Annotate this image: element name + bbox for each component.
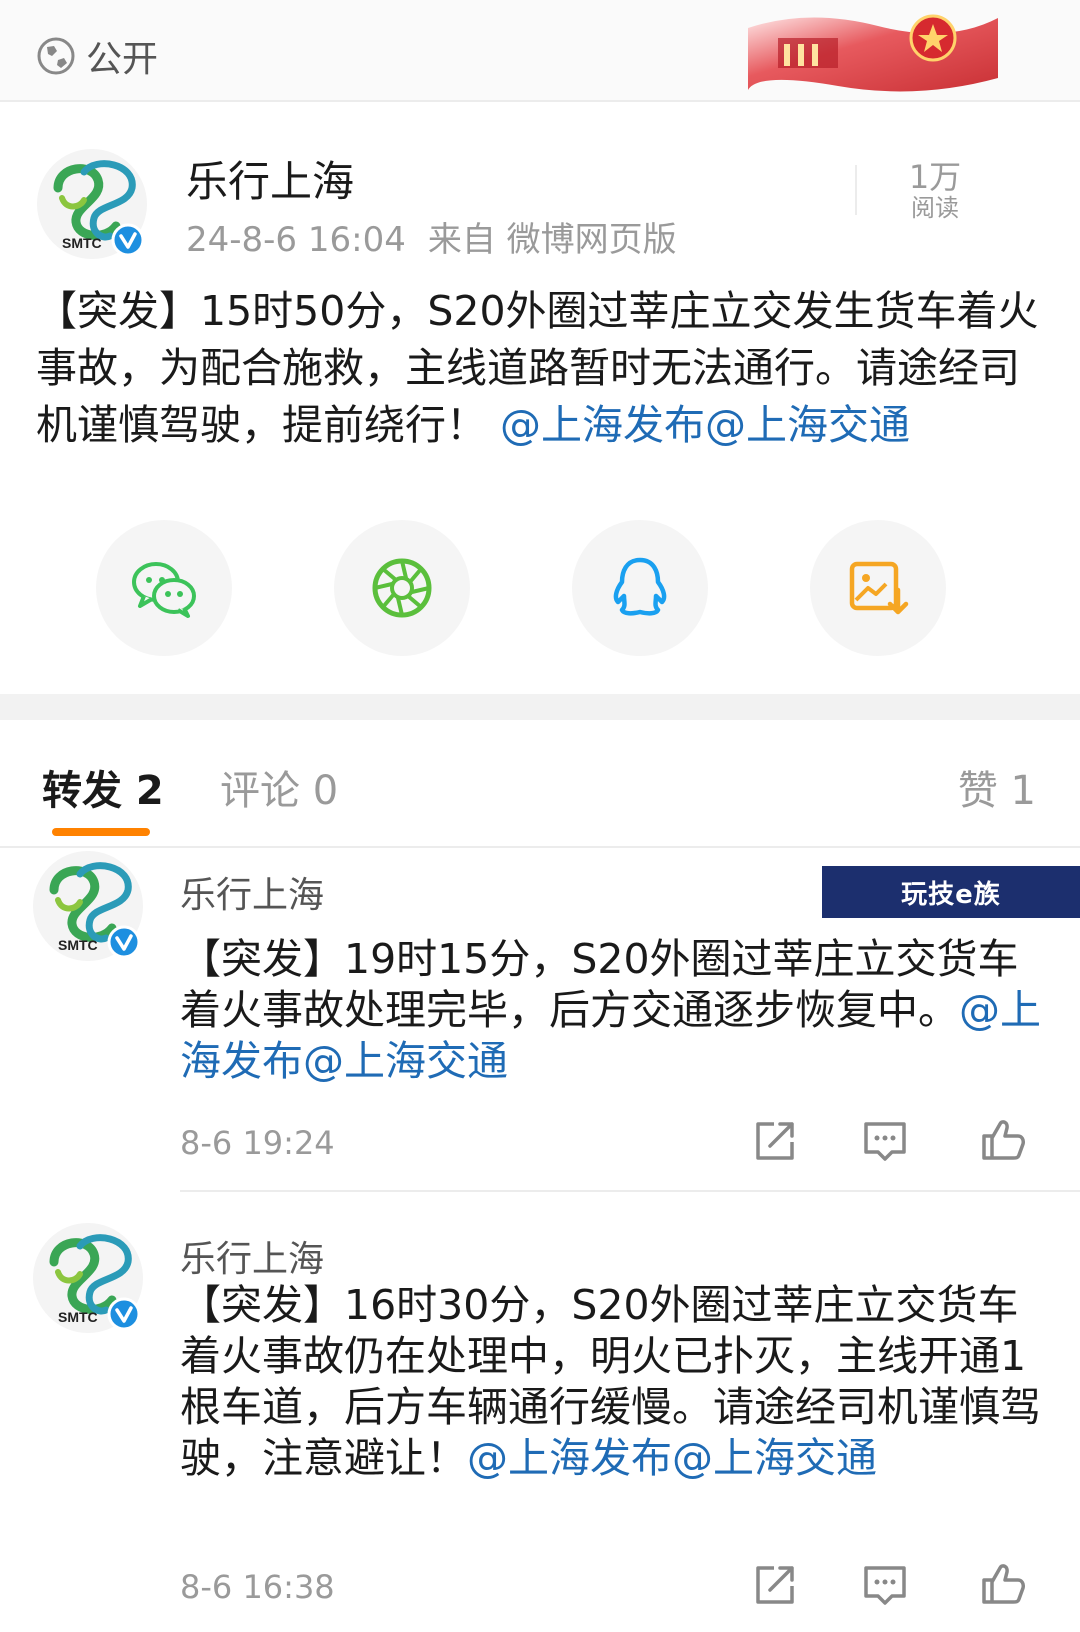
- tab-reposts[interactable]: 转发 2: [42, 758, 164, 816]
- reply-divider: [180, 1190, 1080, 1192]
- reply-time: 8-6 16:38: [180, 1568, 335, 1606]
- section-separator: [0, 694, 1080, 720]
- repost-icon[interactable]: [752, 1118, 798, 1164]
- reply-time: 8-6 19:24: [180, 1124, 335, 1162]
- reply-mentions[interactable]: @上海发布@上海交通: [467, 1434, 877, 1482]
- visibility-label: 公开: [86, 39, 159, 80]
- avatar-label: SMTC: [58, 937, 98, 953]
- like-icon[interactable]: [980, 1116, 1026, 1162]
- reply-author[interactable]: 乐行上海: [180, 1230, 324, 1282]
- visibility-indicator[interactable]: 公开: [36, 30, 158, 82]
- author-name[interactable]: 乐行上海: [186, 148, 354, 209]
- post-source: 来自 微博网页版: [427, 220, 677, 260]
- active-tab-indicator: [52, 828, 150, 836]
- tab-comments[interactable]: 评论 0: [220, 758, 338, 816]
- read-count: 1万 阅读: [880, 160, 990, 222]
- watermark-text: 玩技e族: [901, 879, 1001, 910]
- post-timestamp: 24-8-6 16:04: [186, 220, 406, 260]
- reply-text: 【突发】19时15分，S20外圈过莘庄立交货车着火事故处理完毕，后方交通逐步恢复…: [180, 935, 1019, 1034]
- avatar-label: SMTC: [62, 235, 102, 251]
- save-image-icon: [849, 561, 909, 615]
- repost-icon[interactable]: [752, 1562, 798, 1608]
- post-mentions[interactable]: @上海发布@上海交通: [500, 401, 910, 449]
- share-moments-button[interactable]: [334, 520, 470, 656]
- post-body: 【突发】15时50分，S20外圈过莘庄立交发生货车着火事故，为配合施救，主线道路…: [36, 283, 1046, 454]
- avatar-label: SMTC: [58, 1309, 98, 1325]
- share-wechat-button[interactable]: [96, 520, 232, 656]
- watermark: 玩技e族: [822, 866, 1080, 918]
- reply-body: 【突发】16时30分，S20外圈过莘庄立交货车着火事故仍在处理中，明火已扑灭，主…: [180, 1280, 1050, 1484]
- divider: [855, 165, 857, 215]
- post-meta: 24-8-6 16:04 来自 微博网页版: [186, 212, 677, 261]
- like-icon[interactable]: [980, 1560, 1026, 1606]
- qq-icon: [613, 557, 667, 616]
- tab-divider: [0, 846, 1080, 848]
- tab-likes[interactable]: 赞 1: [958, 758, 1036, 816]
- reply-author[interactable]: 乐行上海: [180, 866, 324, 918]
- reply-avatar[interactable]: SMTC: [32, 1222, 144, 1334]
- share-qq-button[interactable]: [572, 520, 708, 656]
- author-avatar[interactable]: SMTC: [36, 148, 148, 260]
- reply-avatar[interactable]: SMTC: [32, 850, 144, 962]
- read-count-label: 阅读: [911, 194, 959, 222]
- wechat-icon: [132, 562, 196, 618]
- top-bar: 公开: [0, 0, 1080, 102]
- moments-icon: [372, 558, 432, 618]
- read-count-value: 1万: [908, 158, 962, 196]
- comment-icon[interactable]: [862, 1562, 908, 1608]
- globe-icon: [37, 37, 75, 75]
- national-emblem-banner: [748, 14, 998, 92]
- comment-icon[interactable]: [862, 1118, 908, 1164]
- save-image-button[interactable]: [810, 520, 946, 656]
- reply-body: 【突发】19时15分，S20外圈过莘庄立交货车着火事故处理完毕，后方交通逐步恢复…: [180, 934, 1050, 1087]
